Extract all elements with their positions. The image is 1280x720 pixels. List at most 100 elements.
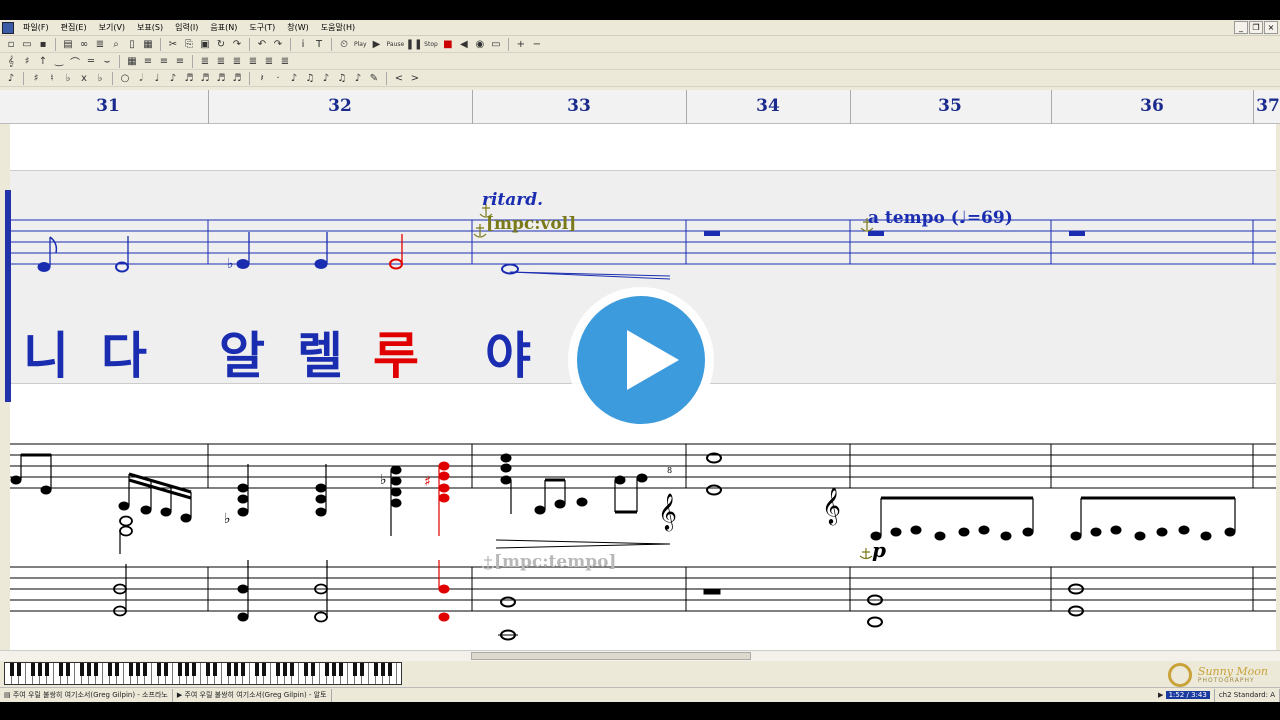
beam-icon[interactable]: ═ (84, 54, 98, 68)
align-center-icon[interactable]: ≡ (157, 54, 171, 68)
whole-note-icon[interactable]: ○ (118, 71, 132, 85)
piano-black-key[interactable] (164, 663, 168, 676)
measure-number[interactable]: 34 (756, 96, 780, 116)
zoom-out-icon[interactable]: − (530, 37, 544, 51)
tie-icon[interactable]: ‿ (52, 54, 66, 68)
piano-black-key[interactable] (157, 663, 161, 676)
piano-black-key[interactable] (129, 663, 133, 676)
piano-black-key[interactable] (255, 663, 259, 676)
text-tool-icon[interactable]: T (312, 37, 326, 51)
lyric-syllable[interactable]: 알 (219, 316, 265, 388)
piano-black-key[interactable] (227, 663, 231, 676)
piano-black-key[interactable] (332, 663, 336, 676)
info-icon[interactable]: i (296, 37, 310, 51)
chord-icon[interactable]: ♫ (303, 71, 317, 85)
grid-icon[interactable]: ▦ (125, 54, 139, 68)
crescendo-icon[interactable]: < (392, 71, 406, 85)
piano-black-key[interactable] (87, 663, 91, 676)
menu-file[interactable]: 파일(F) (17, 22, 55, 33)
tie-note-icon[interactable]: ♪ (287, 71, 301, 85)
align-right-icon[interactable]: ≡ (173, 54, 187, 68)
play-button[interactable]: Play (353, 41, 368, 48)
piano-black-key[interactable] (31, 663, 35, 676)
menu-staff[interactable]: 보표(S) (131, 22, 169, 33)
sharp-icon[interactable]: ♯ (29, 71, 43, 85)
menu-tools[interactable]: 도구(T) (243, 22, 281, 33)
quarter-note-icon[interactable]: ♩ (150, 71, 164, 85)
up-arrow-icon[interactable]: ↑ (36, 54, 50, 68)
ritard-marking[interactable]: ritard. (482, 190, 543, 210)
dynamic-marking[interactable]: p (872, 538, 886, 562)
layout-icon[interactable]: ▦ (141, 37, 155, 51)
piano-black-key[interactable] (234, 663, 238, 676)
play-icon[interactable]: ▶ (370, 37, 384, 51)
grace-note-icon[interactable]: ♪ (319, 71, 333, 85)
piano-black-key[interactable] (192, 663, 196, 676)
piano-black-key[interactable] (381, 663, 385, 676)
piano-black-key[interactable] (353, 663, 357, 676)
list-icon[interactable]: ≣ (246, 54, 260, 68)
piano-black-key[interactable] (206, 663, 210, 676)
print-icon[interactable]: ▤ (61, 37, 75, 51)
list-icon[interactable]: ≣ (262, 54, 276, 68)
piano-keyboard[interactable] (4, 662, 402, 685)
piano-black-key[interactable] (213, 663, 217, 676)
piano-black-key[interactable] (304, 663, 308, 676)
repeat-icon[interactable]: ↻ (214, 37, 228, 51)
zoom-icon[interactable]: ⌕ (109, 37, 123, 51)
a-tempo-marking[interactable]: a tempo (♩=69) (868, 208, 1013, 228)
piano-black-key[interactable] (136, 663, 140, 676)
mpc-tempo-marking[interactable]: [mpc:tempo] (494, 552, 616, 572)
scrollbar-thumb[interactable] (471, 652, 751, 660)
piano-black-key[interactable] (360, 663, 364, 676)
note-64-icon[interactable]: ♬ (214, 71, 228, 85)
measure-number[interactable]: 35 (938, 96, 962, 116)
pencil-icon[interactable]: ✎ (367, 71, 381, 85)
piano-black-key[interactable] (185, 663, 189, 676)
copy-icon[interactable]: ⎘ (182, 37, 196, 51)
tuplet-icon[interactable]: ⌣ (100, 54, 114, 68)
menu-window[interactable]: 창(W) (281, 22, 315, 33)
status-track-alto[interactable]: ▶ 주여 우릴 불쌍히 여기소서(Greg Gilpin) - 알토 (173, 688, 332, 702)
app-icon[interactable] (2, 21, 14, 34)
piano-black-key[interactable] (241, 663, 245, 676)
redo-curve-icon[interactable]: ↷ (230, 37, 244, 51)
measure-number[interactable]: 36 (1140, 96, 1164, 116)
score-view-icon[interactable]: ≣ (93, 37, 107, 51)
piano-black-key[interactable] (374, 663, 378, 676)
minimize-icon[interactable]: _ (1234, 21, 1248, 34)
flat-icon[interactable]: ♭ (61, 71, 75, 85)
glasses-icon[interactable]: ∞ (77, 37, 91, 51)
note-32-icon[interactable]: ♬ (198, 71, 212, 85)
open-folder-icon[interactable]: ▭ (20, 37, 34, 51)
piano-black-key[interactable] (339, 663, 343, 676)
page-icon[interactable]: ▯ (125, 37, 139, 51)
menu-input[interactable]: 입력(I) (169, 22, 204, 33)
piano-black-key[interactable] (38, 663, 42, 676)
play-circle[interactable] (577, 296, 705, 424)
menu-note[interactable]: 음표(N) (204, 22, 243, 33)
stop-button[interactable]: Stop (423, 41, 439, 48)
redo-icon[interactable]: ↷ (271, 37, 285, 51)
metronome-icon[interactable]: ⏲ (337, 37, 351, 51)
double-sharp-icon[interactable]: x (77, 71, 91, 85)
horizontal-scrollbar[interactable] (0, 650, 1280, 661)
measure-number[interactable]: 33 (567, 96, 591, 116)
measure-number[interactable]: 31 (96, 96, 120, 116)
double-flat-icon[interactable]: ♭ (93, 71, 107, 85)
piano-black-key[interactable] (143, 663, 147, 676)
new-file-icon[interactable]: ▫ (4, 37, 18, 51)
undo-icon[interactable]: ↶ (255, 37, 269, 51)
piano-black-key[interactable] (59, 663, 63, 676)
piano-black-key[interactable] (325, 663, 329, 676)
piano-black-key[interactable] (262, 663, 266, 676)
acciaccatura-icon[interactable]: ♪ (351, 71, 365, 85)
stop-icon[interactable]: ■ (441, 37, 455, 51)
keyboard-icon[interactable]: ▭ (489, 37, 503, 51)
lyric-syllable-current[interactable]: 루 (373, 316, 419, 388)
measure-number[interactable]: 32 (328, 96, 352, 116)
piano-black-key[interactable] (178, 663, 182, 676)
menu-help[interactable]: 도움말(H) (315, 22, 361, 33)
piano-black-key[interactable] (108, 663, 112, 676)
natural-icon[interactable]: ♮ (45, 71, 59, 85)
